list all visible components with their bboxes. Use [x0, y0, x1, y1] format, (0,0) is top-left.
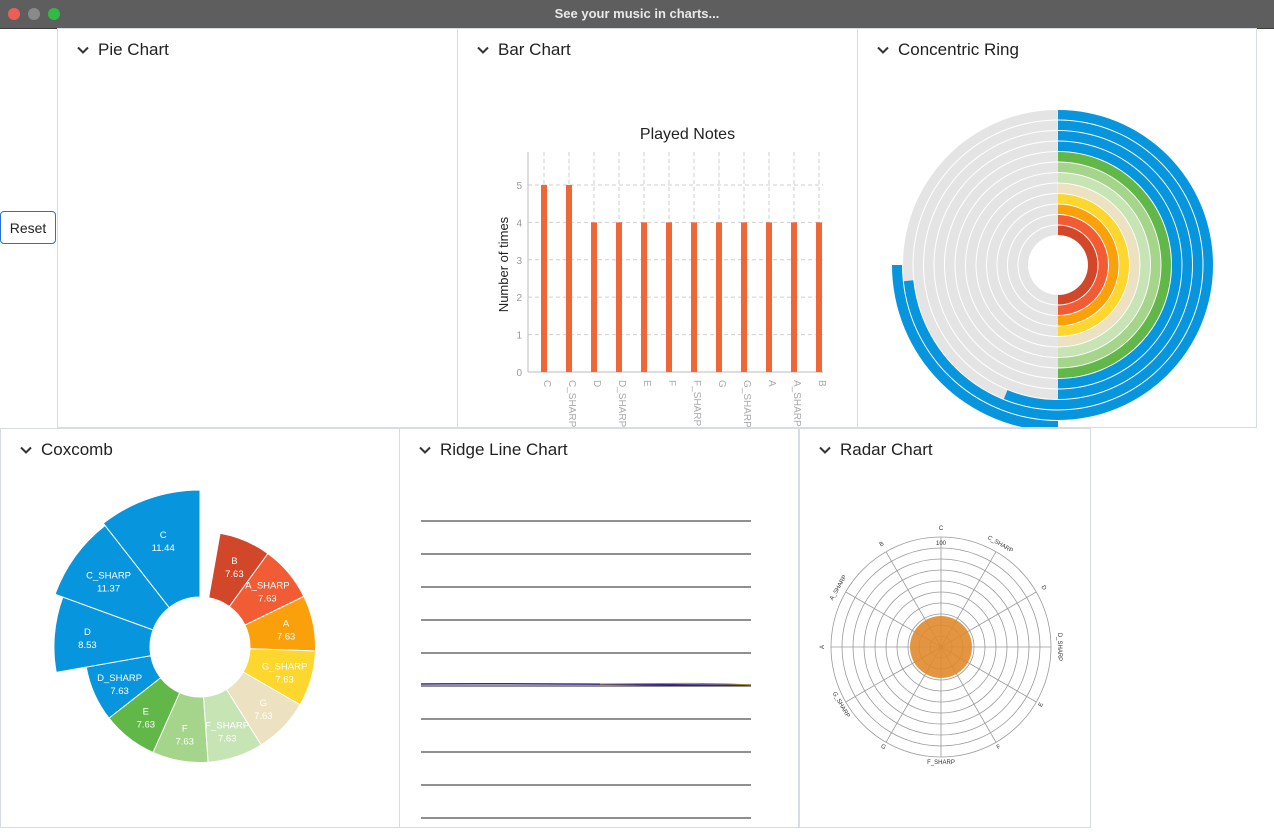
- x-tick-label: A_SHARP: [791, 380, 802, 427]
- coxcomb-label: F: [182, 724, 188, 735]
- x-tick-label: B: [816, 380, 827, 387]
- radar-axis-label: A: [820, 645, 826, 649]
- bar-D: [591, 222, 597, 372]
- y-tick-label: 5: [516, 181, 522, 192]
- bar-G: [716, 222, 722, 372]
- coxcomb-value: 11.44: [152, 543, 175, 554]
- coxcomb-label: F_SHARP: [205, 721, 249, 732]
- x-tick-label: F_SHARP: [691, 380, 702, 426]
- pie-chart-panel: Pie Chart: [57, 28, 458, 428]
- reset-button[interactable]: Reset: [0, 211, 56, 244]
- coxcomb-label: D_SHARP: [97, 673, 142, 684]
- x-tick-label: F: [666, 380, 677, 386]
- radar-axis-label: A_SHARP: [829, 574, 848, 601]
- bar-F_SHARP: [691, 222, 697, 372]
- radar-axis-label: D: [1040, 585, 1048, 592]
- bar-chart: Played Notes 0 1 2 3 4 5 C C_SHARP D D_SHARP E F F_SH…: [496, 126, 827, 427]
- coxcomb-value: 7.63: [225, 569, 244, 580]
- coxcomb-value: 7.63: [137, 719, 156, 730]
- coxcomb-chart: B7.63A_SHARP7.63A7.63G_SHARP7.63G7.63F_S…: [53, 489, 316, 763]
- x-tick-label: D: [591, 380, 602, 387]
- radar-axis-label: B: [879, 541, 885, 548]
- x-tick-label: C: [541, 380, 552, 387]
- radar-axis-label: C_SHARP: [986, 535, 1014, 554]
- coxcomb-value: 7.63: [258, 593, 277, 604]
- y-tick-label: 1: [516, 331, 522, 342]
- x-tick-label: A: [766, 380, 777, 387]
- x-tick-label: G_SHARP: [741, 380, 752, 427]
- bar-chart-panel: Bar Chart Played Notes 0 1 2 3 4 5 C C_SHARP D D_S…: [457, 28, 858, 428]
- x-tick-label: D_SHARP: [616, 380, 627, 427]
- bar-A: [766, 222, 772, 372]
- radar-axis-label: F: [996, 744, 1002, 751]
- bar-C: [541, 184, 547, 372]
- y-tick-label: 3: [516, 256, 522, 267]
- y-tick-label: 0: [516, 368, 522, 379]
- radar-axis-label: C: [939, 526, 944, 532]
- coxcomb-value: 7.63: [218, 734, 237, 745]
- coxcomb-value: 7.63: [175, 737, 194, 748]
- radar-axis-label: G: [879, 744, 886, 752]
- coxcomb-label: G_SHARP: [262, 661, 307, 672]
- coxcomb-label: B: [231, 556, 237, 567]
- coxcomb-label: E: [143, 706, 149, 717]
- bar-B: [816, 222, 822, 372]
- bar-chart-title: Played Notes: [640, 126, 735, 143]
- radar-max-label: 100: [936, 541, 947, 547]
- y-axis-label: Number of times: [496, 216, 511, 312]
- bar-A_SHARP: [791, 222, 797, 372]
- window-title: See your music in charts...: [554, 6, 720, 21]
- coxcomb-value: 7.63: [254, 711, 273, 722]
- coxcomb-label: D: [84, 627, 91, 638]
- x-tick-label: E: [641, 380, 652, 387]
- x-tick-label: G: [716, 380, 727, 388]
- bar-C_SHARP: [566, 184, 572, 372]
- concentric-ring-panel: Concentric Ring: [857, 28, 1257, 428]
- radar-axis-label: D_SHARP: [1056, 633, 1062, 661]
- coxcomb-label: A_SHARP: [245, 580, 289, 591]
- ridge-line-panel: Ridge Line Chart: [399, 428, 799, 828]
- coxcomb-label: G: [260, 698, 267, 709]
- radar-chart-panel: Radar Chart C C_SHARP D D_SHARP E F F_SHARP G G_…: [799, 428, 1091, 828]
- bar-E: [641, 222, 647, 372]
- pie-chart-title: Pie Chart: [98, 40, 169, 59]
- coxcomb-value: 7.63: [277, 632, 296, 643]
- concentric-ring-chart: [892, 110, 1214, 427]
- chevron-down-icon[interactable]: [476, 43, 490, 57]
- pie-chart-header[interactable]: Pie Chart: [76, 39, 169, 61]
- bar-F: [666, 222, 672, 372]
- coxcomb-value: 7.63: [275, 674, 294, 685]
- coxcomb-value: 8.53: [78, 640, 97, 651]
- coxcomb-value: 7.63: [110, 686, 129, 697]
- y-tick-label: 4: [516, 218, 522, 229]
- coxcomb-label: C_SHARP: [86, 571, 131, 582]
- coxcomb-value: 11.37: [97, 584, 120, 595]
- radar-series-area: [910, 616, 972, 678]
- x-tick-label: C_SHARP: [566, 380, 577, 427]
- ridge-line-chart: [420, 520, 752, 819]
- y-tick-label: 2: [516, 293, 522, 304]
- radar-axis-label: E: [1038, 702, 1045, 708]
- radar-axis-label: F_SHARP: [927, 760, 955, 766]
- radar-chart: CC_SHARPDD_SHARPEFF_SHARPGG_SHARPAA_SHAR…: [820, 526, 1062, 766]
- bar-D_SHARP: [616, 222, 622, 372]
- coxcomb-panel: Coxcomb B 7.63 A_SHARP 7.63 A 7.63 G_SHARP 7.63…: [0, 428, 400, 828]
- chevron-down-icon[interactable]: [76, 43, 90, 57]
- window-titlebar: See your music in charts...: [0, 0, 1274, 29]
- bar-G_SHARP: [741, 222, 747, 372]
- coxcomb-label: A: [283, 619, 290, 630]
- coxcomb-label: C: [160, 530, 167, 541]
